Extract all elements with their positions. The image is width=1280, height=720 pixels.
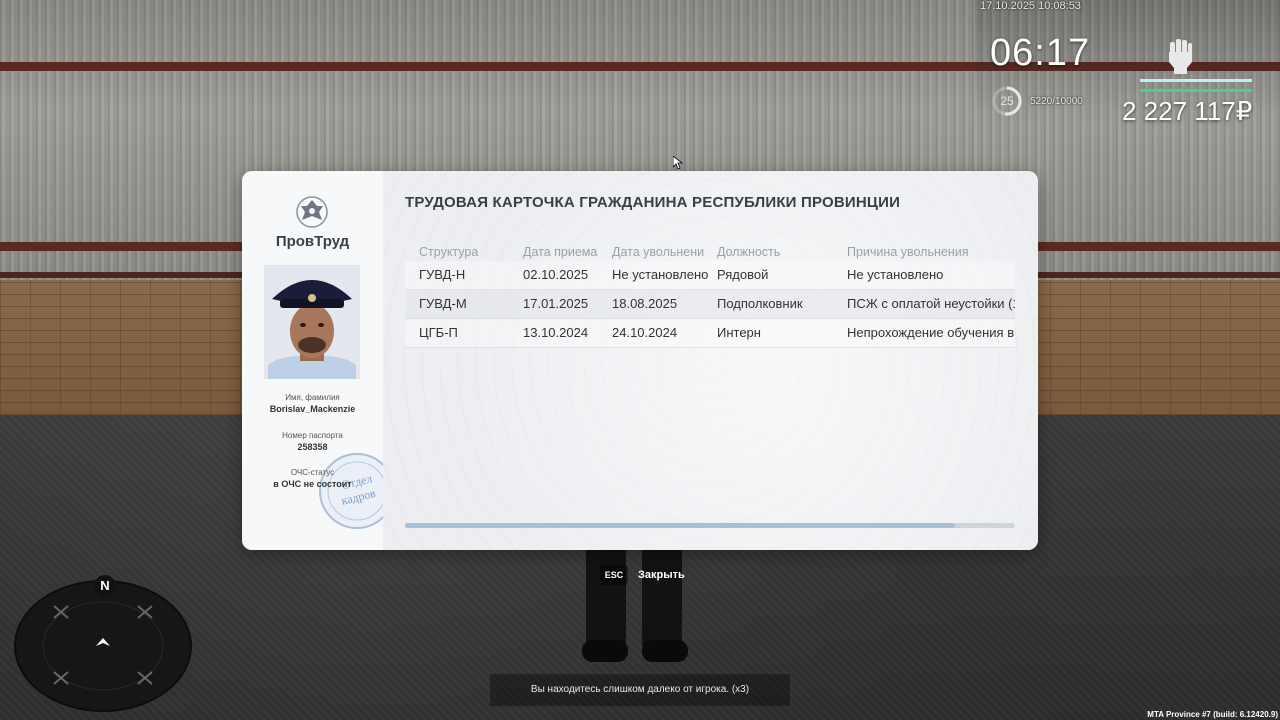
cell-position: Подполковник [717, 296, 803, 311]
column-header-structure: Структура [419, 245, 479, 259]
cell-dismissal-date: Не установлено [612, 267, 709, 282]
health-bar [1140, 79, 1252, 82]
table-row[interactable]: ЦГБ-П 13.10.2024 24.10.2024 Интерн Непро… [405, 319, 1015, 348]
game-clock: 06:17 [990, 32, 1091, 74]
column-header-reason: Причина увольнения [847, 245, 969, 259]
north-icon: N [94, 575, 116, 597]
emblem-icon [296, 196, 328, 228]
org-name: ПровТруд [275, 233, 350, 250]
minimap [14, 580, 192, 712]
work-card-window: ПровТруд Имя, фамилия Borislav_Mackenzie… [242, 171, 1038, 550]
table-row[interactable]: ГУВД-М 17.01.2025 18.08.2025 Подполковни… [405, 290, 1015, 319]
cell-hire-date: 13.10.2024 [523, 325, 589, 340]
card-title: ТРУДОВАЯ КАРТОЧКА ГРАЖДАНИНА РЕСПУБЛИКИ … [405, 194, 901, 211]
card-profile-panel: ПровТруд Имя, фамилия Borislav_Mackenzie… [242, 171, 395, 550]
employment-table: Структура Дата приема Дата увольнени Дол… [405, 243, 1015, 348]
esc-key[interactable]: ESC [600, 565, 628, 585]
cursor-icon [673, 156, 683, 170]
player-level: 25 [1000, 94, 1014, 108]
cell-reason: Непрохождение обучения в Н [847, 325, 1015, 340]
cell-structure: ГУВД-М [419, 296, 467, 311]
cell-position: Интерн [717, 325, 761, 340]
armor-bar [1140, 89, 1252, 92]
column-header-dismissal-date: Дата увольнени [612, 245, 705, 259]
table-row[interactable]: ГУВД-Н 02.10.2025 Не установлено Рядовой… [405, 261, 1015, 290]
ochs-value: в ОЧС не состоит [273, 479, 352, 489]
employment-history-panel: ТРУДОВАЯ КАРТОЧКА ГРАЖДАНИНА РЕСПУБЛИКИ … [383, 171, 1038, 550]
table-header: Структура Дата приема Дата увольнени Дол… [405, 243, 1015, 261]
experience-counter: 5220/10000 [1030, 96, 1083, 107]
notification-bar: Вы находитесь слишком далеко от игрока. … [490, 674, 790, 706]
money-balance: 2 227 117₽ [1122, 96, 1253, 126]
build-info: MTA Province #7 (build: 6.12420.9) [1147, 710, 1278, 719]
cell-reason: Не установлено [847, 267, 944, 282]
cell-structure: ЦГБ-П [419, 325, 458, 340]
cell-dismissal-date: 18.08.2025 [612, 296, 678, 311]
ochs-label: ОЧС-статус [290, 468, 335, 477]
name-label: Имя, фамилия [285, 393, 340, 402]
player-photo [264, 265, 360, 379]
fist-icon [1169, 39, 1192, 74]
scrollbar-thumb[interactable] [405, 523, 955, 528]
cell-reason: ПСЖ с оплатой неустойки (1 [847, 296, 1015, 311]
cell-hire-date: 02.10.2025 [523, 267, 589, 282]
passport-label: Номер паспорта [282, 431, 343, 440]
cell-structure: ГУВД-Н [419, 267, 466, 282]
cell-hire-date: 17.01.2025 [523, 296, 589, 311]
cell-position: Рядовой [717, 267, 769, 282]
close-label[interactable]: Закрыть [638, 565, 685, 585]
cell-dismissal-date: 24.10.2024 [612, 325, 678, 340]
column-header-position: Должность [717, 245, 781, 259]
name-value: Borislav_Mackenzie [269, 404, 356, 414]
column-header-hire-date: Дата приема [523, 245, 598, 259]
server-datetime: 17.10.2025 10:08:53 [980, 0, 1081, 12]
horizontal-scrollbar[interactable] [405, 523, 1015, 528]
